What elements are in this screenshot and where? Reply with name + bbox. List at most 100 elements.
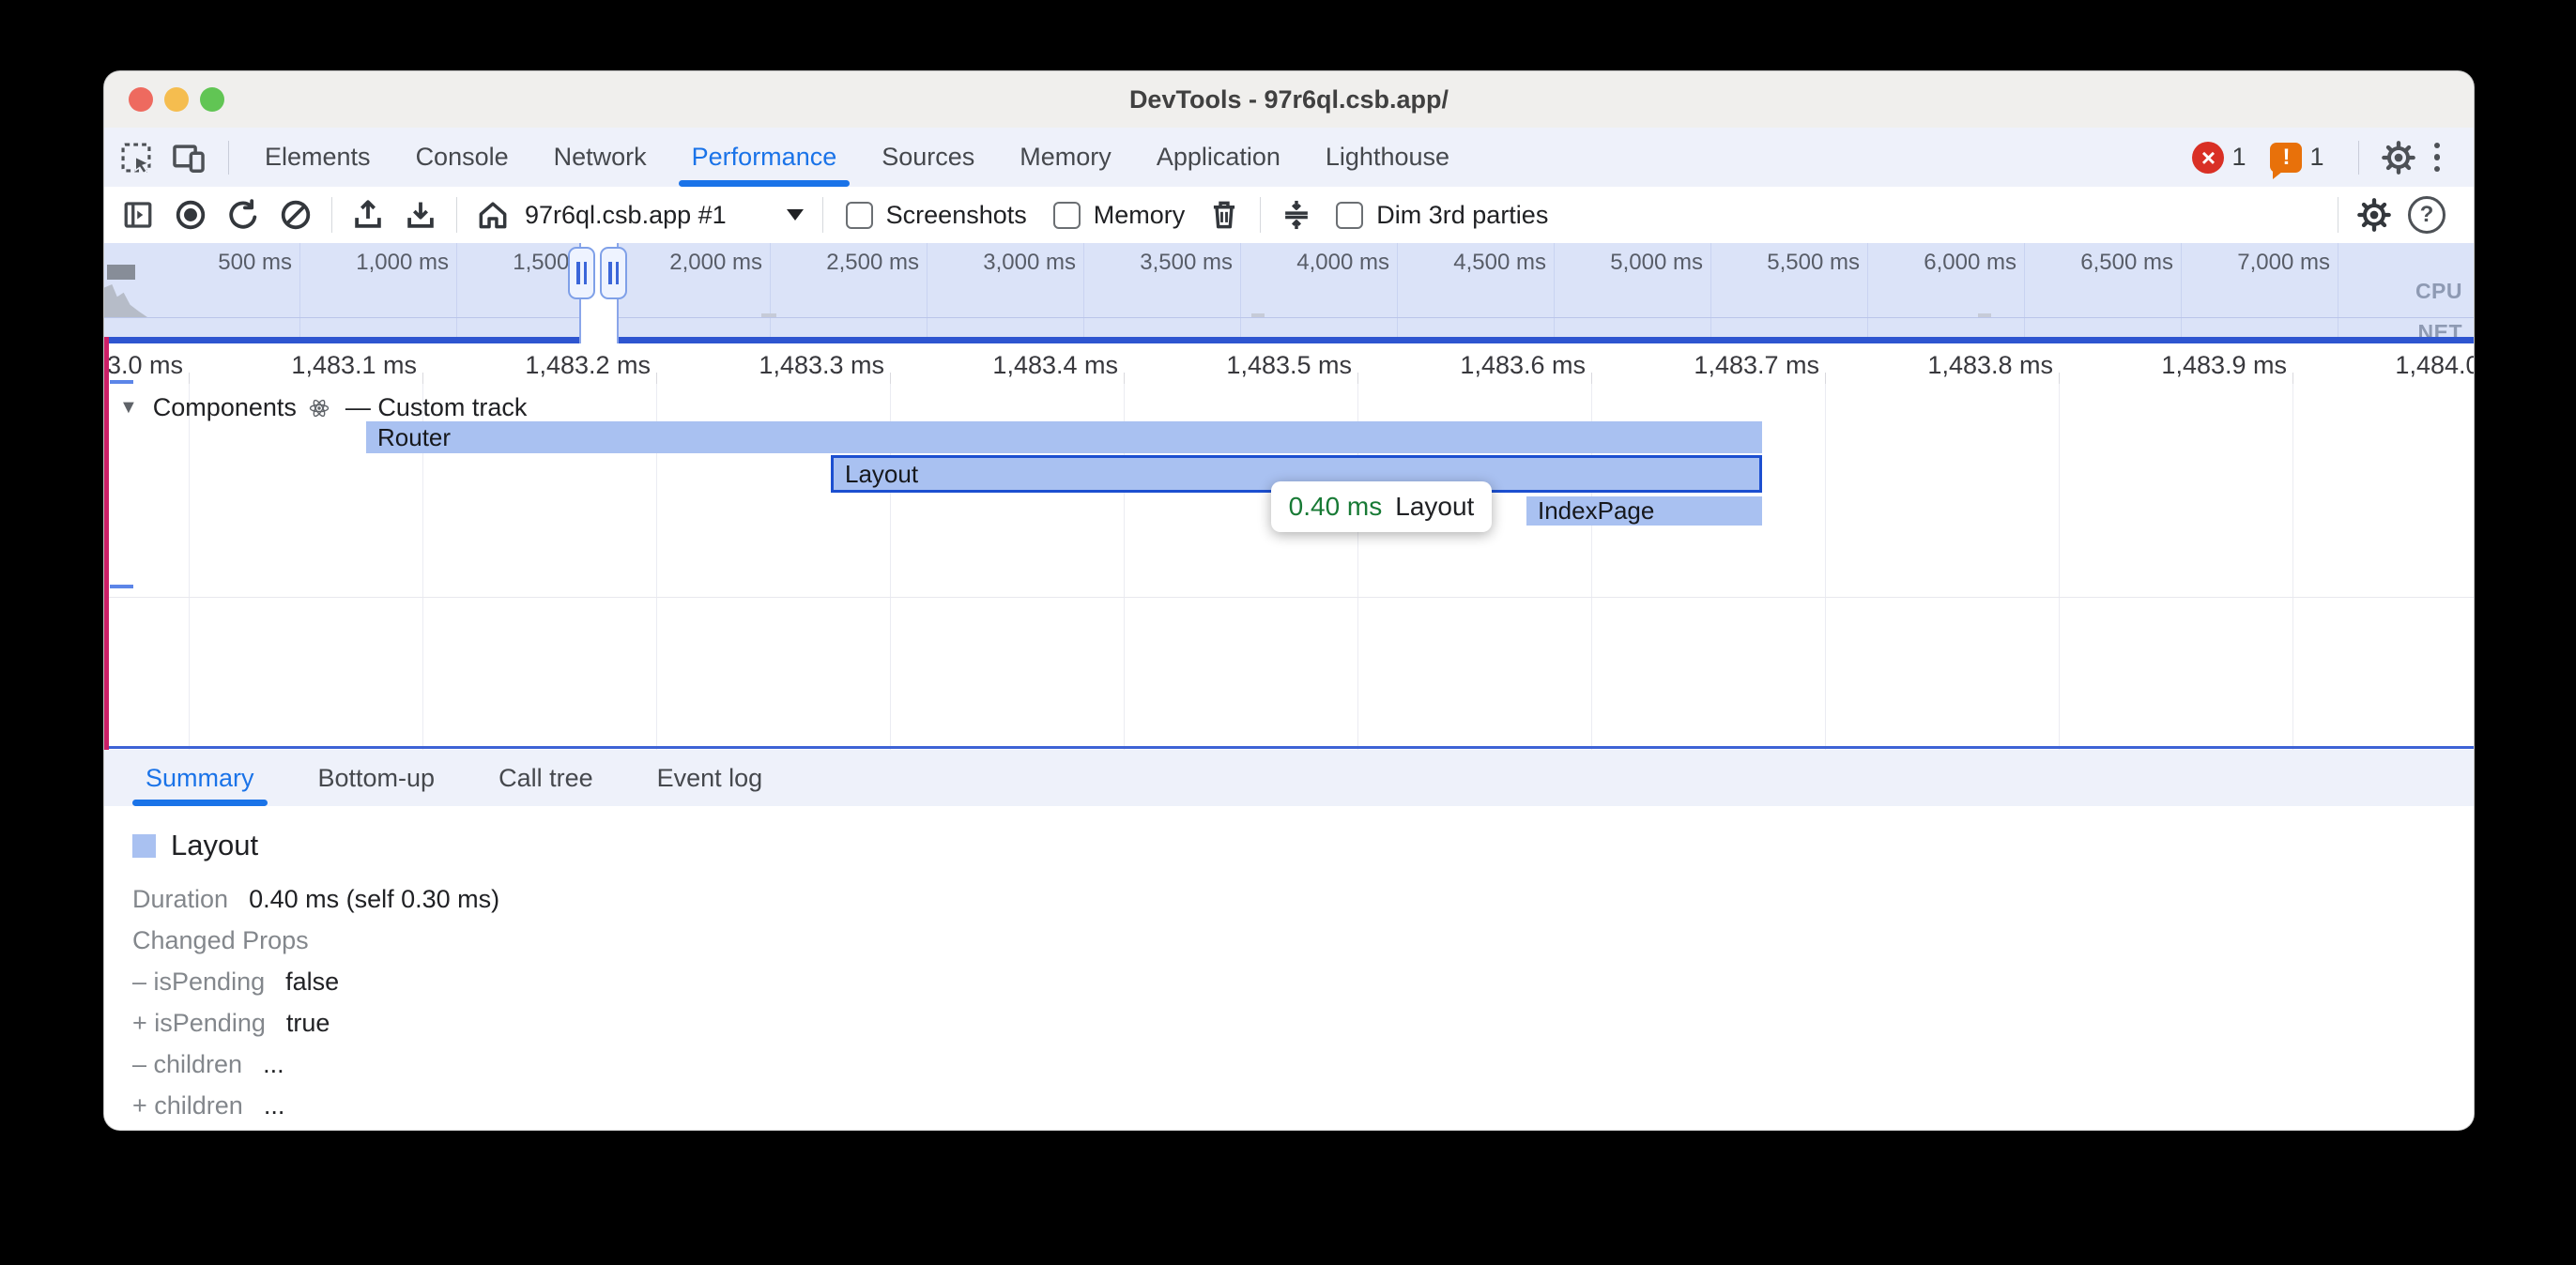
memory-checkbox[interactable]: Memory (1053, 201, 1186, 230)
toolbar-separator (331, 197, 332, 233)
help-icon: ? (2408, 196, 2446, 234)
overview-tick-label: 6,500 ms (2080, 250, 2173, 276)
track-scroll-indicator (110, 585, 133, 588)
upload-icon (350, 197, 386, 233)
summary-row-ispending-old: – isPending false (132, 969, 2474, 995)
track-scroll-indicator (110, 380, 133, 384)
flame-bar-indexpage[interactable]: IndexPage (1526, 496, 1762, 526)
selection-handles[interactable] (568, 247, 627, 299)
device-toolbar-button[interactable] (162, 131, 215, 184)
tab-sources[interactable]: Sources (859, 128, 997, 187)
ruler-tick-label: 1,483.3 ms (759, 351, 884, 380)
tab-event-log[interactable]: Event log (644, 750, 776, 806)
track-suffix: — Custom track (345, 393, 528, 422)
flame-bar-router[interactable]: Router (366, 421, 1762, 453)
clear-button[interactable] (269, 189, 322, 241)
tab-network[interactable]: Network (531, 128, 669, 187)
error-count: 1 (2231, 143, 2246, 172)
overview-tick-label: 5,500 ms (1767, 250, 1860, 276)
flame-gridline (189, 384, 190, 750)
performance-toolbar: 97r6ql.csb.app #1 Screenshots Memory (104, 187, 2474, 244)
overview-lane-divider (104, 317, 2474, 318)
ruler-tick-label: 1,483.8 ms (1927, 351, 2053, 380)
tab-console[interactable]: Console (393, 128, 531, 187)
title-bar[interactable]: DevTools - 97r6ql.csb.app/ (104, 71, 2474, 129)
summary-row-label: + children (132, 1093, 243, 1119)
record-icon (173, 197, 208, 233)
overview-tick-label: 2,000 ms (669, 250, 762, 276)
tab-memory[interactable]: Memory (997, 128, 1134, 187)
home-button[interactable] (467, 189, 519, 241)
summary-panel: Layout Duration 0.40 ms (self 0.30 ms) C… (104, 806, 2474, 1130)
chevron-down-icon (787, 209, 804, 221)
ruler-tick-label: 1,483.9 ms (2161, 351, 2287, 380)
tab-elements[interactable]: Elements (242, 128, 393, 187)
summary-row-label: – isPending (132, 969, 265, 995)
summary-row-ispending-new: + isPending true (132, 1011, 2474, 1036)
tabbar-right-cluster: × 1 ! 1 (2192, 131, 2474, 184)
event-color-swatch (132, 834, 156, 858)
dim-3rd-parties-checkbox[interactable]: Dim 3rd parties (1336, 201, 1548, 230)
capture-settings-button[interactable] (2348, 189, 2400, 241)
overview-tick-label: 6,000 ms (1924, 250, 2016, 276)
ruler-tick-mark (1357, 373, 1358, 384)
screenshots-checkbox[interactable]: Screenshots (846, 201, 1027, 230)
timeline-ruler: 1,483.0 ms1,483.1 ms1,483.2 ms1,483.3 ms… (104, 343, 2474, 384)
overview-gridline (770, 243, 771, 337)
timeline-overview[interactable]: 500 ms1,000 ms1,500 ms2,000 ms2,500 ms3,… (104, 243, 2474, 343)
summary-row-label: – children (132, 1052, 242, 1077)
overview-tick-label: 2,500 ms (826, 250, 919, 276)
summary-row-children-new: + children ... (132, 1093, 2474, 1119)
warning-icon: ! (2270, 143, 2302, 173)
overview-tick-label: 3,000 ms (983, 250, 1076, 276)
ruler-tick-mark (2059, 373, 2060, 384)
memory-label: Memory (1094, 201, 1186, 230)
overview-gridline (1710, 243, 1711, 337)
flame-chart[interactable]: ▼ Components — Custom track Router (104, 384, 2474, 750)
load-profile-button[interactable] (342, 189, 394, 241)
tab-lighthouse[interactable]: Lighthouse (1303, 128, 1472, 187)
tab-bottom-up[interactable]: Bottom-up (305, 750, 449, 806)
summary-row-value: 0.40 ms (self 0.30 ms) (249, 887, 499, 912)
selection-handle-left[interactable] (568, 247, 595, 299)
target-selector-dropdown[interactable]: 97r6ql.csb.app #1 (525, 201, 804, 230)
help-button[interactable]: ? (2400, 189, 2453, 241)
flame-bar-label: IndexPage (1526, 496, 1654, 526)
flame-bar-label: Router (366, 423, 451, 452)
shortcuts-dialog-button[interactable] (1270, 189, 1323, 241)
summary-row-value: ... (264, 1093, 285, 1119)
tab-application[interactable]: Application (1134, 128, 1303, 187)
collect-garbage-button[interactable] (1198, 189, 1250, 241)
tab-call-tree[interactable]: Call tree (485, 750, 606, 806)
overview-tick-label: 500 ms (218, 250, 292, 276)
devtools-settings-button[interactable] (2372, 131, 2425, 184)
summary-row-label: + isPending (132, 1011, 266, 1036)
inspect-element-button[interactable] (110, 131, 162, 184)
track-header-components[interactable]: ▼ Components — Custom track (119, 393, 527, 422)
toggle-sidebar-button[interactable] (112, 189, 164, 241)
issues-badges[interactable]: × 1 ! 1 (2192, 142, 2323, 174)
flame-gridline (2059, 384, 2060, 750)
record-button[interactable] (164, 189, 217, 241)
download-icon (403, 197, 438, 233)
save-profile-button[interactable] (394, 189, 447, 241)
ruler-tick-mark (656, 373, 657, 384)
record-and-reload-button[interactable] (217, 189, 269, 241)
collapse-triangle-icon[interactable]: ▼ (119, 397, 138, 419)
ruler-tick-label: 1,483.7 ms (1694, 351, 1819, 380)
selection-handle-right[interactable] (600, 247, 627, 299)
ruler-tick-label: 1,483.6 ms (1460, 351, 1586, 380)
summary-row-children-old: – children ... (132, 1052, 2474, 1077)
error-icon: × (2192, 142, 2224, 174)
tab-summary[interactable]: Summary (132, 750, 268, 806)
tab-performance[interactable]: Performance (669, 128, 860, 187)
overview-tick-label: 7,000 ms (2237, 250, 2330, 276)
checkbox-icon (846, 202, 873, 229)
cpu-lane-label: CPU (2415, 279, 2462, 304)
ruler-tick-label: 1,483.0 ms (103, 351, 183, 380)
checkbox-icon (1053, 202, 1081, 229)
more-options-button[interactable] (2425, 143, 2450, 173)
summary-row-label: Changed Props (132, 928, 309, 953)
ruler-tick-mark (1591, 373, 1592, 384)
ruler-tick-mark (890, 373, 891, 384)
